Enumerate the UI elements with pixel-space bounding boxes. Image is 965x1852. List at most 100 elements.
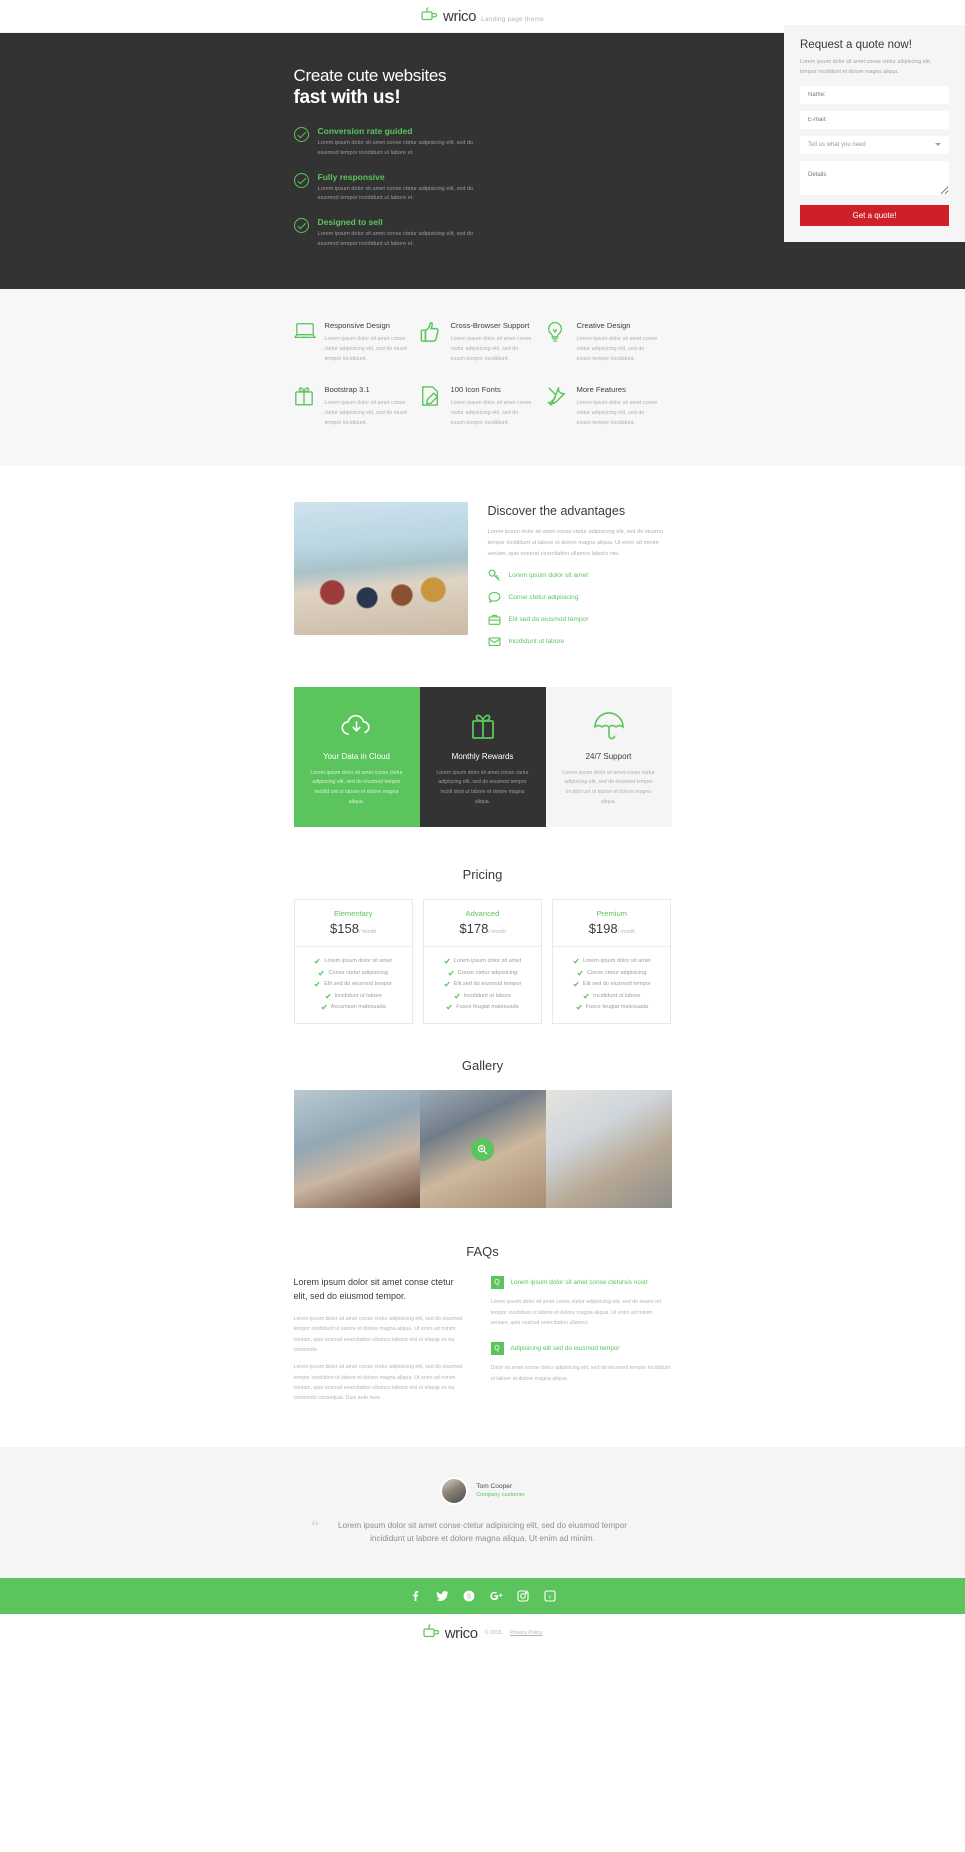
- plan-feature: Lorem ipsum dolor sit amet: [562, 958, 661, 964]
- logo-text: wrico: [443, 8, 477, 25]
- need-select[interactable]: Tell us what you need: [800, 136, 949, 155]
- gift-icon: [433, 709, 533, 743]
- check-icon: [577, 970, 583, 976]
- feature-text: Lorem ipsum dolor sit amet conse ctetur …: [450, 336, 532, 362]
- advantage-item[interactable]: Conse ctetur adipisicing: [488, 591, 672, 604]
- faq-answer: Dolor sit amet conse ctetur adipisicing …: [490, 1365, 671, 1382]
- thumbs-up-icon: [420, 321, 442, 345]
- feature-title: Creative Design: [576, 321, 631, 330]
- gallery-item[interactable]: [419, 1090, 546, 1209]
- footer-logo[interactable]: wrico: [423, 1623, 478, 1642]
- promo-text: Lorem ipsum dolor sit amet conse ctetur …: [310, 769, 403, 805]
- faq-item[interactable]: Q Lorem ipsum dolor sit amet conse ctetu…: [490, 1276, 672, 1328]
- feature-text: Lorem ipsum dolor sit amet conse ctetur …: [450, 400, 532, 426]
- hero-benefit: Conversion rate guided Lorem ipsum dolor…: [293, 126, 489, 159]
- plan-feature-label: Fusce feugiat malesuada: [585, 1004, 649, 1011]
- feature-item: Creative Design Lorem ipsum dolor sit am…: [546, 321, 672, 364]
- benefit-text: Lorem ipsum dolor sit amet conse ctetur …: [317, 140, 474, 156]
- svg-text:S: S: [467, 1593, 471, 1600]
- check-icon: [575, 1004, 582, 1010]
- features-grid: Responsive Design Lorem ipsum dolor sit …: [293, 321, 672, 428]
- question-badge-icon: Q: [490, 1276, 504, 1290]
- need-select-wrapper[interactable]: Tell us what you need: [800, 136, 949, 155]
- facebook-icon[interactable]: [409, 1589, 422, 1602]
- plan-feature: Fusce feugiat malesuada: [433, 1004, 532, 1010]
- email-input[interactable]: [800, 111, 949, 130]
- advantage-item[interactable]: Elit sed do eiusmod tempor: [488, 613, 672, 626]
- check-icon: [443, 981, 450, 987]
- plan-feature: Elit sed do eiusmod tempor: [562, 981, 661, 987]
- advantages-title: Discover the advantages: [487, 504, 626, 518]
- plan-name: Premium: [596, 909, 628, 919]
- hero-title: Create cute websites fast with us!: [294, 65, 489, 110]
- plan-feature-label: Incididunt ut labore: [334, 992, 382, 999]
- advantages-section: Discover the advantages Lorem ipsum dolo…: [0, 466, 965, 687]
- footer-logo-text: wrico: [444, 1624, 478, 1642]
- gallery-title: Gallery: [461, 1058, 504, 1074]
- testimonial-quote: Lorem ipsum dolor sit amet conse ctetur …: [338, 1520, 627, 1544]
- check-icon: [324, 993, 331, 999]
- social-bar: S v: [0, 1577, 965, 1614]
- feature-item: 100 Icon Fonts Lorem ipsum dolor sit ame…: [420, 385, 546, 428]
- name-input[interactable]: [800, 86, 949, 105]
- faqs-title: FAQs: [466, 1244, 499, 1260]
- testimonial-section: Tom Cooper Company customer “ Lorem ipsu…: [0, 1446, 965, 1578]
- check-icon: [444, 958, 450, 964]
- vimeo-icon[interactable]: v: [544, 1589, 557, 1602]
- check-circle-icon: [293, 218, 309, 234]
- promo-text: Lorem ipsum dolor sit amet conse ctetur …: [562, 769, 655, 805]
- plan-period: / month: [358, 929, 377, 936]
- plan-feature-label: Incididunt ut labore: [593, 992, 641, 999]
- quote-mark-icon: “: [311, 1516, 320, 1536]
- twitter-icon[interactable]: [435, 1589, 449, 1602]
- faq-item[interactable]: Q Adipisicing elit sed do eiusmod tempor…: [490, 1342, 672, 1384]
- privacy-policy-link[interactable]: Privacy Policy: [510, 1630, 542, 1636]
- benefit-title: Designed to sell: [317, 217, 383, 228]
- instagram-icon[interactable]: [517, 1589, 530, 1602]
- plan-feature-label: Conse ctetur adipisicing: [587, 969, 647, 976]
- get-a-quote-button[interactable]: Get a quote!: [800, 205, 949, 227]
- advantage-label: Incididunt ut labore: [508, 637, 565, 645]
- mail-icon: [488, 635, 501, 648]
- site-footer: wrico © 2015. Privacy Policy: [0, 1613, 965, 1652]
- gallery-hover-overlay[interactable]: [419, 1090, 546, 1209]
- gallery-item[interactable]: [545, 1090, 672, 1209]
- chat-icon: [488, 591, 501, 604]
- check-icon: [454, 993, 460, 999]
- plan-feature-label: Elit sed do eiusmod tempor: [453, 981, 522, 988]
- faq-lead-text: Lorem ipsum dolor sit amet conse ctetur …: [293, 1277, 454, 1302]
- advantage-item[interactable]: Incididunt ut labore: [488, 635, 672, 648]
- hero-title-line1: Create cute websites: [293, 66, 447, 85]
- pricing-card[interactable]: Elementary $158/ month Lorem ipsum dolor…: [293, 899, 413, 1025]
- plan-price: $158: [330, 921, 359, 937]
- plan-name: Advanced: [465, 909, 500, 919]
- plan-feature-label: Elit sed do eiusmod tempor: [324, 981, 393, 988]
- testimonial-author-role: Company customer: [476, 1492, 525, 1499]
- tools-icon: [546, 385, 568, 409]
- google-plus-icon[interactable]: [489, 1589, 503, 1602]
- feature-title: 100 Icon Fonts: [450, 385, 501, 394]
- cup-logo-icon: [423, 1623, 440, 1638]
- plan-feature: Incididunt ut labore: [562, 993, 661, 999]
- check-circle-icon: [293, 127, 309, 142]
- gallery-section: Gallery: [0, 1058, 965, 1244]
- skype-icon[interactable]: S: [463, 1589, 476, 1602]
- faq-question: Lorem ipsum dolor sit amet conse cteturs…: [510, 1279, 648, 1287]
- plan-feature: Conse ctetur adipisicing: [433, 970, 532, 976]
- check-icon: [448, 970, 454, 976]
- magnifier-plus-icon[interactable]: [471, 1137, 494, 1161]
- pricing-card[interactable]: Premium $198/ month Lorem ipsum dolor si…: [552, 899, 672, 1025]
- plan-feature-label: Fusce feugiat malesuada: [456, 1004, 519, 1011]
- site-logo[interactable]: wrico Landing page theme: [421, 7, 544, 25]
- plan-feature: Fusce feugiat malesuada: [562, 1004, 661, 1010]
- plan-feature: Incididunt ut labore: [304, 993, 403, 999]
- plan-period: / month: [617, 929, 635, 936]
- check-icon: [320, 1004, 327, 1010]
- cup-logo-icon: [421, 7, 438, 21]
- gallery-item[interactable]: [293, 1090, 420, 1209]
- advantage-item[interactable]: Lorem ipsum dolor sit amet: [488, 569, 672, 582]
- check-icon: [446, 1004, 452, 1010]
- pricing-card[interactable]: Advanced $178/ month Lorem ipsum dolor s…: [422, 899, 543, 1025]
- details-textarea[interactable]: [800, 161, 949, 196]
- svg-text:v: v: [549, 1593, 552, 1600]
